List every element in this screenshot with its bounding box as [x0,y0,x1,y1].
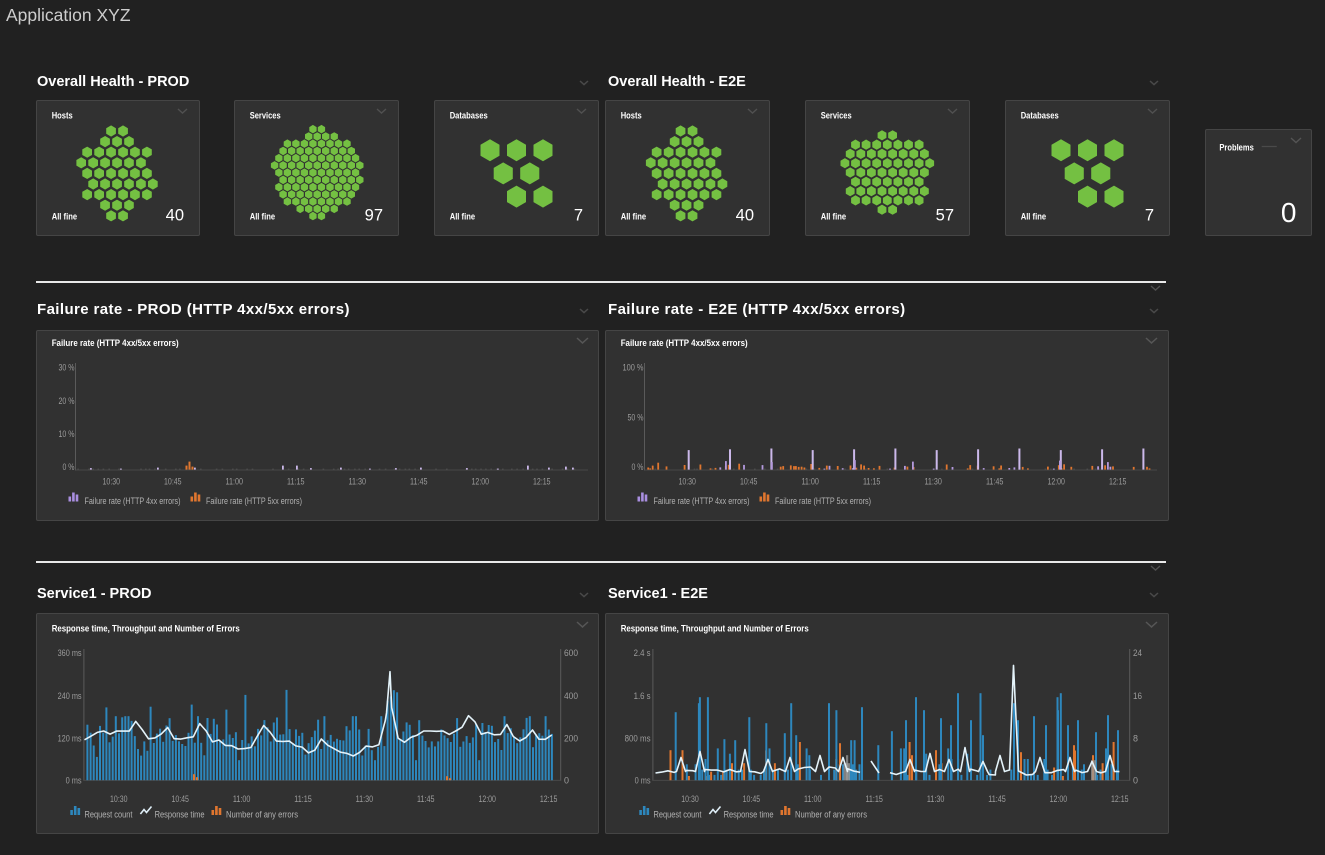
svg-text:12:15: 12:15 [533,477,551,487]
svg-text:0: 0 [1133,776,1138,786]
svg-text:12:00: 12:00 [478,794,496,804]
svg-text:Response time, Throughput and: Response time, Throughput and Number of … [621,624,809,634]
svg-text:11:45: 11:45 [417,794,435,804]
svg-text:360 ms: 360 ms [58,648,82,658]
svg-text:10:30: 10:30 [110,794,128,804]
svg-text:Failure rate (HTTP 4xx/5xx err: Failure rate (HTTP 4xx/5xx errors) [621,338,748,348]
svg-text:11:45: 11:45 [988,794,1006,804]
svg-text:50 %: 50 % [628,412,644,422]
svg-text:Failure rate (HTTP 4xx errors): Failure rate (HTTP 4xx errors) [85,496,181,506]
svg-text:Request count: Request count [654,810,702,820]
svg-text:11:30: 11:30 [924,477,942,487]
svg-text:24: 24 [1133,648,1142,658]
svg-text:10:45: 10:45 [743,794,761,804]
svg-text:30 %: 30 % [59,363,75,373]
svg-text:11:00: 11:00 [226,477,244,487]
svg-text:11:00: 11:00 [233,794,251,804]
svg-text:11:15: 11:15 [287,477,305,487]
svg-text:12:15: 12:15 [540,794,558,804]
svg-text:Failure rate (HTTP 5xx errors): Failure rate (HTTP 5xx errors) [775,496,871,506]
svg-text:8: 8 [1133,733,1138,743]
svg-text:11:15: 11:15 [863,477,881,487]
svg-text:11:45: 11:45 [410,477,428,487]
svg-text:12:00: 12:00 [472,477,490,487]
svg-text:Number of any errors: Number of any errors [226,810,298,820]
svg-text:Problems: Problems [1219,143,1253,153]
svg-text:0 ms: 0 ms [635,776,651,786]
svg-text:120 ms: 120 ms [58,733,82,743]
svg-text:Response time: Response time [155,810,205,820]
svg-text:11:15: 11:15 [294,794,312,804]
svg-text:240 ms: 240 ms [58,691,82,701]
svg-text:10 %: 10 % [59,429,75,439]
svg-text:12:15: 12:15 [1111,794,1129,804]
svg-text:10:45: 10:45 [740,477,758,487]
svg-text:0: 0 [564,776,569,786]
svg-text:1.6 s: 1.6 s [634,691,651,701]
svg-text:10:45: 10:45 [164,477,182,487]
svg-text:11:30: 11:30 [356,794,374,804]
svg-text:11:30: 11:30 [927,794,945,804]
svg-text:0 %: 0 % [632,462,644,472]
svg-text:0: 0 [1281,197,1297,228]
svg-text:Response time, Throughput and: Response time, Throughput and Number of … [52,624,240,634]
svg-text:11:15: 11:15 [865,794,883,804]
svg-text:10:30: 10:30 [103,477,121,487]
svg-text:0 ms: 0 ms [66,776,82,786]
svg-text:12:00: 12:00 [1047,477,1065,487]
svg-text:20 %: 20 % [59,396,75,406]
svg-text:400: 400 [564,691,578,701]
svg-text:Failure rate (HTTP 5xx errors): Failure rate (HTTP 5xx errors) [206,496,302,506]
svg-text:600: 600 [564,648,578,658]
svg-text:Request count: Request count [85,810,133,820]
svg-text:11:00: 11:00 [804,794,822,804]
svg-text:10:30: 10:30 [681,794,699,804]
svg-text:12:00: 12:00 [1050,794,1068,804]
svg-text:Failure rate (HTTP 4xx errors): Failure rate (HTTP 4xx errors) [654,496,750,506]
svg-text:12:15: 12:15 [1109,477,1127,487]
svg-text:10:45: 10:45 [171,794,189,804]
svg-text:Number of any errors: Number of any errors [795,810,867,820]
svg-text:16: 16 [1133,691,1142,701]
svg-text:11:30: 11:30 [349,477,367,487]
svg-text:Response time: Response time [724,810,774,820]
svg-text:11:45: 11:45 [986,477,1004,487]
svg-text:800 ms: 800 ms [625,733,651,743]
svg-text:11:00: 11:00 [801,477,819,487]
svg-text:Failure rate (HTTP 4xx/5xx err: Failure rate (HTTP 4xx/5xx errors) [52,338,179,348]
svg-text:200: 200 [564,733,578,743]
svg-text:10:30: 10:30 [678,477,696,487]
svg-text:100 %: 100 % [623,363,644,373]
svg-text:2.4 s: 2.4 s [634,648,651,658]
svg-text:0 %: 0 % [63,462,75,472]
